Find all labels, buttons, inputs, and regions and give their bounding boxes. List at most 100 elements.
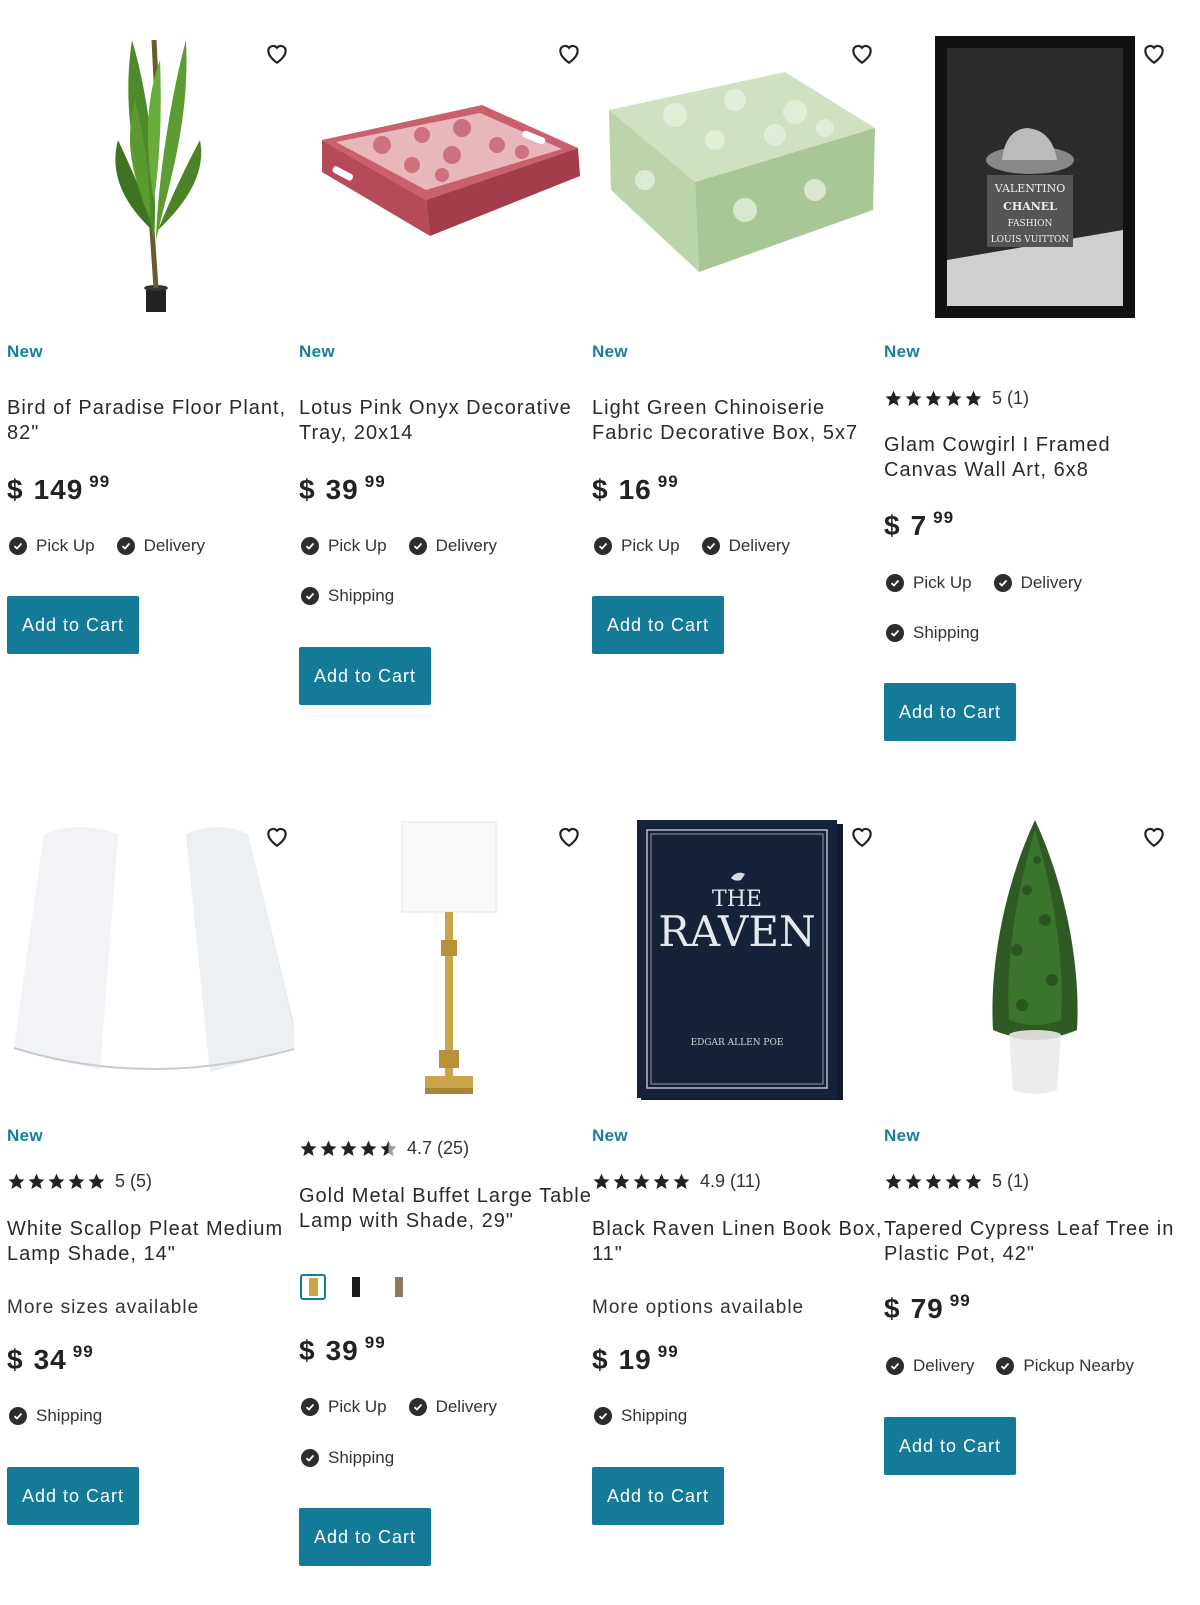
product-image-table-lamp[interactable] <box>292 790 586 1094</box>
check-icon <box>408 1398 427 1416</box>
product-image-cypress-tree[interactable] <box>877 790 1171 1094</box>
check-icon <box>701 537 720 555</box>
new-badge: New <box>299 342 335 361</box>
fulfillment-options: Pick Up Delivery <box>886 573 1104 593</box>
product-title[interactable]: Tapered Cypress Leaf Tree in Plastic Pot… <box>884 1217 1180 1267</box>
fulfillment-options: Pick Up Delivery <box>301 1397 519 1417</box>
product-price: $39 99 <box>299 1333 386 1366</box>
color-swatches <box>300 1274 428 1300</box>
fulfillment-option: Delivery <box>886 1356 974 1376</box>
star-rating-icon <box>884 1172 984 1191</box>
fulfillment-options: Shipping <box>301 1448 416 1468</box>
new-badge: New <box>592 1126 628 1145</box>
fulfillment-option: Delivery <box>701 536 790 556</box>
product-price: $39 99 <box>299 472 386 505</box>
heart-icon[interactable] <box>556 823 582 849</box>
fulfillment-options: Pick Up Delivery <box>9 536 227 556</box>
check-icon <box>116 537 135 555</box>
product-price: $7 99 <box>884 508 955 541</box>
add-to-cart-button[interactable]: Add to Cart <box>592 1467 724 1525</box>
fulfillment-option: Pick Up <box>886 573 972 593</box>
check-icon <box>9 1407 27 1425</box>
add-to-cart-button[interactable]: Add to Cart <box>592 596 724 654</box>
product-image-framed-art[interactable]: VALENTINO CHANEL FASHION LOUIS VUITTON <box>877 0 1171 318</box>
fulfillment-option: Delivery <box>993 573 1082 593</box>
check-icon <box>886 1357 904 1375</box>
swatch-black[interactable] <box>344 1275 368 1299</box>
fulfillment-option: Shipping <box>9 1406 102 1426</box>
fulfillment-option: Pickup Nearby <box>996 1356 1134 1376</box>
product-image-pink-tray[interactable] <box>292 0 586 300</box>
fulfillment-option: Shipping <box>594 1406 687 1426</box>
add-to-cart-button[interactable]: Add to Cart <box>7 1467 139 1525</box>
product-title[interactable]: Light Green Chinoiserie Fabric Decorativ… <box>592 396 888 446</box>
fulfillment-option: Delivery <box>408 536 497 556</box>
art-text: CHANEL <box>1003 200 1057 213</box>
add-to-cart-button[interactable]: Add to Cart <box>884 683 1016 741</box>
product-image-lamp-shade[interactable] <box>0 790 300 1090</box>
fulfillment-option: Shipping <box>301 586 394 606</box>
product-price: $19 99 <box>592 1342 679 1375</box>
heart-icon[interactable] <box>1141 40 1167 66</box>
heart-icon[interactable] <box>264 823 290 849</box>
rating: 5 (1) <box>884 1171 1029 1192</box>
fulfillment-options: Shipping <box>301 586 416 606</box>
product-image-raven-book[interactable]: THE RAVEN EDGAR ALLEN POE <box>585 790 879 1100</box>
add-to-cart-button[interactable]: Add to Cart <box>7 596 139 654</box>
product-title[interactable]: Bird of Paradise Floor Plant, 82" <box>7 396 303 446</box>
add-to-cart-button[interactable]: Add to Cart <box>299 1508 431 1566</box>
product-title[interactable]: Glam Cowgirl I Framed Canvas Wall Art, 6… <box>884 433 1180 483</box>
fulfillment-options: Shipping <box>9 1406 124 1426</box>
product-price: $16 99 <box>592 472 679 505</box>
rating: 4.7 (25) <box>299 1138 469 1159</box>
fulfillment-options: Shipping <box>886 623 1001 643</box>
fulfillment-option: Pick Up <box>9 536 95 556</box>
check-icon <box>408 537 427 555</box>
product-title[interactable]: Lotus Pink Onyx Decorative Tray, 20x14 <box>299 396 595 446</box>
product-price: $79 99 <box>884 1291 971 1324</box>
book-author: EDGAR ALLEN POE <box>691 1038 784 1048</box>
fulfillment-option: Pick Up <box>301 1397 387 1417</box>
rating: 5 (1) <box>884 388 1029 409</box>
fulfillment-options: Pick Up Delivery <box>301 536 519 556</box>
fulfillment-option: Pick Up <box>301 536 387 556</box>
fulfillment-option: Shipping <box>886 623 979 643</box>
check-icon <box>993 574 1012 592</box>
new-badge: New <box>884 342 920 361</box>
rating: 5 (5) <box>7 1171 152 1192</box>
heart-icon[interactable] <box>1141 823 1167 849</box>
swatch-brass[interactable] <box>386 1275 410 1299</box>
add-to-cart-button[interactable]: Add to Cart <box>299 647 431 705</box>
product-title[interactable]: Black Raven Linen Book Box, 11" <box>592 1217 888 1267</box>
art-text: FASHION <box>1008 219 1053 229</box>
fulfillment-options: Shipping <box>594 1406 709 1426</box>
heart-icon[interactable] <box>849 823 875 849</box>
star-rating-icon <box>592 1172 692 1191</box>
swatch-gold[interactable] <box>300 1274 326 1300</box>
add-to-cart-button[interactable]: Add to Cart <box>884 1417 1016 1475</box>
more-options-text: More sizes available <box>7 1297 200 1318</box>
check-icon <box>594 537 612 555</box>
rating: 4.9 (11) <box>592 1171 761 1192</box>
new-badge: New <box>884 1126 920 1145</box>
check-icon <box>996 1357 1015 1375</box>
product-title[interactable]: Gold Metal Buffet Large Table Lamp with … <box>299 1184 595 1234</box>
star-rating-icon <box>7 1172 107 1191</box>
check-icon <box>9 537 27 555</box>
heart-icon[interactable] <box>556 40 582 66</box>
product-title[interactable]: White Scallop Pleat Medium Lamp Shade, 1… <box>7 1217 303 1267</box>
product-price: $149 99 <box>7 472 111 505</box>
fulfillment-option: Pick Up <box>594 536 680 556</box>
product-price: $34 99 <box>7 1342 94 1375</box>
fulfillment-option: Shipping <box>301 1448 394 1468</box>
check-icon <box>301 587 319 605</box>
fulfillment-options: Pick Up Delivery <box>594 536 812 556</box>
check-icon <box>594 1407 612 1425</box>
product-image-palm-plant[interactable] <box>0 0 294 312</box>
product-image-green-box[interactable] <box>585 0 879 300</box>
heart-icon[interactable] <box>849 40 875 66</box>
fulfillment-option: Delivery <box>116 536 205 556</box>
new-badge: New <box>592 342 628 361</box>
check-icon <box>886 574 904 592</box>
heart-icon[interactable] <box>264 40 290 66</box>
